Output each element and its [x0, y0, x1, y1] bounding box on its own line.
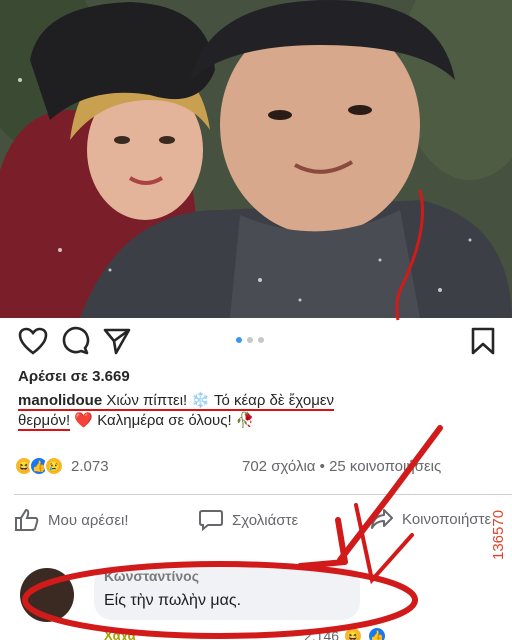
comment-button-label: Σχολιάστε	[232, 511, 299, 529]
like-icon: 👍	[367, 626, 388, 640]
carousel-indicator	[236, 337, 264, 343]
facebook-action-bar: Μου αρέσει! Σχολιάστε Κοινοποιήστε	[12, 508, 512, 534]
comments-shares-count[interactable]: 702 σχόλια • 25 κοινοποιήσεις	[242, 458, 441, 475]
comment-reply-preview[interactable]: Χαχα	[104, 628, 136, 640]
comment-reaction-count: 2.146	[304, 628, 340, 640]
bookmark-icon[interactable]	[468, 326, 498, 356]
comment-reactions[interactable]: 2.146 😆 👍	[304, 626, 388, 640]
watermark: 136570	[490, 510, 507, 560]
share-button[interactable]: Κοινοποιήστε	[370, 508, 491, 530]
reaction-count: 2.073	[71, 457, 109, 475]
share-arrow-icon	[371, 509, 393, 529]
carousel-dot	[258, 337, 264, 343]
comment: Κωνσταντίνος Είς τὴν πωλὴν μας. Χαχα 2.1…	[0, 560, 512, 640]
comment-icon[interactable]	[60, 326, 90, 356]
divider	[14, 494, 512, 495]
speech-bubble-icon	[199, 510, 223, 532]
carousel-dot	[247, 337, 253, 343]
caption-underlined-line: manolidoue Χιών πίπτει! ❄️ Τό κέαρ δὲ ἔχ…	[18, 392, 335, 411]
thumbs-up-icon	[15, 508, 39, 531]
caption-text-part2: θερμόν!	[18, 412, 71, 431]
heart-icon[interactable]	[18, 326, 48, 356]
caption-username[interactable]: manolidoue	[18, 392, 102, 409]
caption-text-part3: ❤️ Καλημέρα σε όλους! 🥀	[70, 412, 255, 429]
comment-author[interactable]: Κωνσταντίνος	[104, 568, 199, 584]
watermark-text: 136570	[490, 509, 507, 560]
caption-text-part1: Χιών πίπτει! ❄️ Τό κέαρ δὲ ἔχομεν	[102, 392, 335, 409]
carousel-dot-active	[236, 337, 242, 343]
like-button-label: Μου αρέσει!	[48, 511, 129, 529]
haha-icon: 😆	[343, 626, 364, 640]
like-button[interactable]: Μου αρέσει!	[14, 508, 129, 532]
likes-count[interactable]: Αρέσει σε 3.669	[18, 368, 130, 385]
send-icon[interactable]	[102, 326, 132, 356]
sad-icon: 😢	[44, 456, 64, 476]
reaction-summary[interactable]: 😆 👍 😢 2.073	[14, 456, 109, 476]
avatar[interactable]	[20, 568, 74, 622]
photo-illustration	[0, 0, 512, 318]
post-photo[interactable]	[0, 0, 512, 318]
comment-button[interactable]: Σχολιάστε	[198, 508, 298, 532]
post-caption: manolidoue Χιών πίπτει! ❄️ Τό κέαρ δὲ ἔχ…	[18, 391, 498, 431]
comment-text: Είς τὴν πωλὴν μας.	[104, 592, 242, 609]
share-button-label: Κοινοποιήστε	[402, 510, 492, 528]
reaction-stats: 😆 👍 😢 2.073 702 σχόλια • 25 κοινοποιήσει…	[14, 456, 512, 480]
